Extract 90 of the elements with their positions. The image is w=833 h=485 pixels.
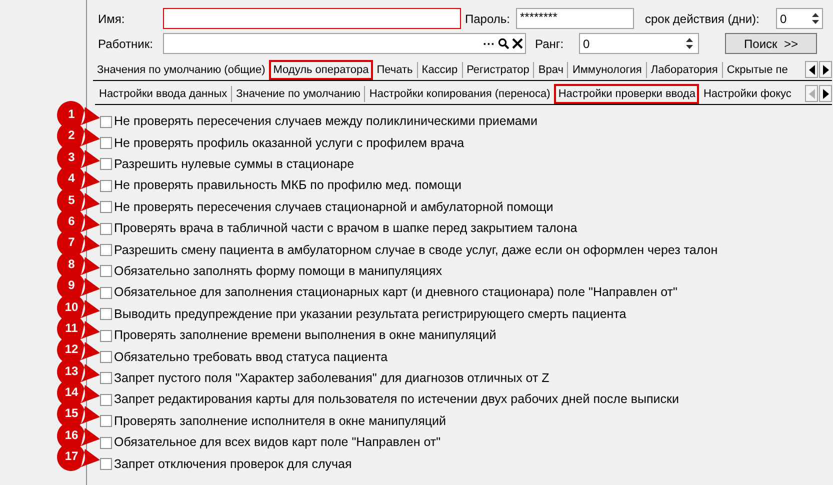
right-triangle-icon [822,64,828,74]
option-label: Запрет отключения проверок для случая [114,456,352,473]
search-button[interactable]: Поиск >> [725,33,817,54]
callout-number: 1 [67,107,76,121]
checkbox[interactable] [100,436,112,449]
tab[interactable]: Модуль оператора [269,60,373,80]
checkbox[interactable] [100,286,112,299]
checkbox[interactable] [100,350,112,363]
option-label: Проверять врача в табличной части с врачом в шапке перед закрытием талона [114,220,578,238]
option-label: Обязательное для заполнения стационарных карт (и дневного стационара) поле "Направлен от" [114,284,678,302]
rank-label: Ранг: [535,36,565,52]
option-label: Не проверять правильность МКБ по профилю мед. помощи [114,177,462,194]
tab[interactable]: Настройки копирования (переноса) [365,84,554,104]
callout-number: 7 [67,235,76,250]
callout-number: 14 [64,385,80,400]
tab[interactable]: Лаборатория [646,60,722,80]
checkbox[interactable] [100,244,112,256]
callout-number: 9 [67,278,76,292]
callout-number: 2 [67,128,76,142]
checkbox[interactable] [100,415,112,428]
option-label: Обязательно требовать ввод статуса пациента [114,348,388,366]
scroll-right-button[interactable] [819,61,832,78]
checkbox[interactable] [100,201,112,214]
callout-number: 4 [67,171,76,186]
callout-number: 17 [64,449,80,464]
checkbox[interactable] [100,180,112,192]
name-field[interactable] [163,8,461,29]
option-label: Запрет редактирования карты для пользователя по истечении двух рабочих дней после выписки [114,391,679,408]
tab[interactable]: Врач [534,60,568,80]
browse-button[interactable]: ··· [483,38,495,50]
checkbox[interactable] [100,330,112,342]
callout-number: 16 [64,428,80,442]
option-label: Обязательно заполнять форму помощи в манипуляциях [114,263,442,280]
option-label: Не проверять пересечения случаев между поликлиническими приемами [114,113,538,130]
right-triangle-icon [822,88,828,98]
scroll-left-button[interactable] [805,61,818,78]
tab[interactable]: Скрытые пе [722,60,792,80]
checkbox[interactable] [100,394,112,406]
option-label: Запрет пустого поля "Характер заболевания" для диагнозов отличных от Z [114,370,550,387]
callout-number: 8 [67,256,76,271]
checkbox[interactable] [100,308,112,320]
checkbox[interactable] [100,372,112,384]
option-label: Не проверять профиль оказанной услуги с профилем врача [114,134,464,152]
option-label: Обязательное для всех видов карт поле "Направлен от" [114,434,441,452]
callout-number: 13 [64,364,80,378]
validity-label: срок действия (дни): [645,10,760,28]
tab[interactable]: Регистратор [462,60,534,80]
option-label: Не проверять пересечения случаев стационарной и амбулаторной помощи [114,198,554,216]
tab[interactable]: Кассир [418,60,462,80]
clear-icon[interactable] [512,38,523,49]
callout-number: 10 [64,300,80,314]
checkbox[interactable] [100,116,112,128]
option-label: Разрешить смену пациента в амбулаторном случае в своде услуг, даже если он оформлен через талон [114,242,718,259]
option-label: Разрешить нулевые суммы в стационаре [114,156,354,174]
tab[interactable]: Настройки фокус [699,84,796,104]
callout-number: 3 [67,150,76,164]
worker-label: Работник: [98,36,154,52]
password-field[interactable]: ******** [516,8,634,29]
search-icon[interactable] [498,38,509,49]
tab[interactable]: Настройки ввода данных [95,84,232,104]
callout-number: 11 [64,320,79,335]
rank-spinner[interactable]: 0 [579,33,699,54]
checkbox[interactable] [100,137,112,150]
option-label: Проверять заполнение времени выполнения в окне манипуляций [114,327,496,344]
worker-field[interactable]: ··· [163,33,526,54]
callout-number: 12 [64,342,80,356]
spin-up-icon[interactable] [686,38,692,42]
checkbox[interactable] [100,222,112,235]
option-label: Проверять заполнение исполнителя в окне манипуляций [114,412,446,430]
checkbox[interactable] [100,265,112,278]
checkbox[interactable] [100,158,112,170]
tab[interactable]: Настройки проверки ввода [554,84,700,104]
scroll-right-button[interactable] [819,85,832,102]
left-triangle-icon [808,64,814,74]
validity-spinner[interactable]: 0 [776,8,823,29]
spin-up-icon[interactable] [812,13,818,17]
callout-number: 5 [67,192,76,207]
spin-down-icon[interactable] [812,20,818,24]
callout-number: 6 [67,214,76,228]
name-label: Имя: [98,10,126,28]
tab[interactable]: Значения по умолчанию (общие) [93,60,270,80]
password-label: Пароль: [465,10,511,28]
tab[interactable]: Иммунология [568,60,646,80]
checkbox[interactable] [100,458,112,470]
callout-number: 15 [64,406,80,420]
tab[interactable]: Печать [372,60,417,80]
left-triangle-icon [808,88,814,98]
spin-down-icon[interactable] [686,45,692,49]
option-label: Выводить предупреждение при указании результата регистрирующего смерть пациента [114,306,626,323]
tab[interactable]: Значение по умолчанию [232,84,364,104]
